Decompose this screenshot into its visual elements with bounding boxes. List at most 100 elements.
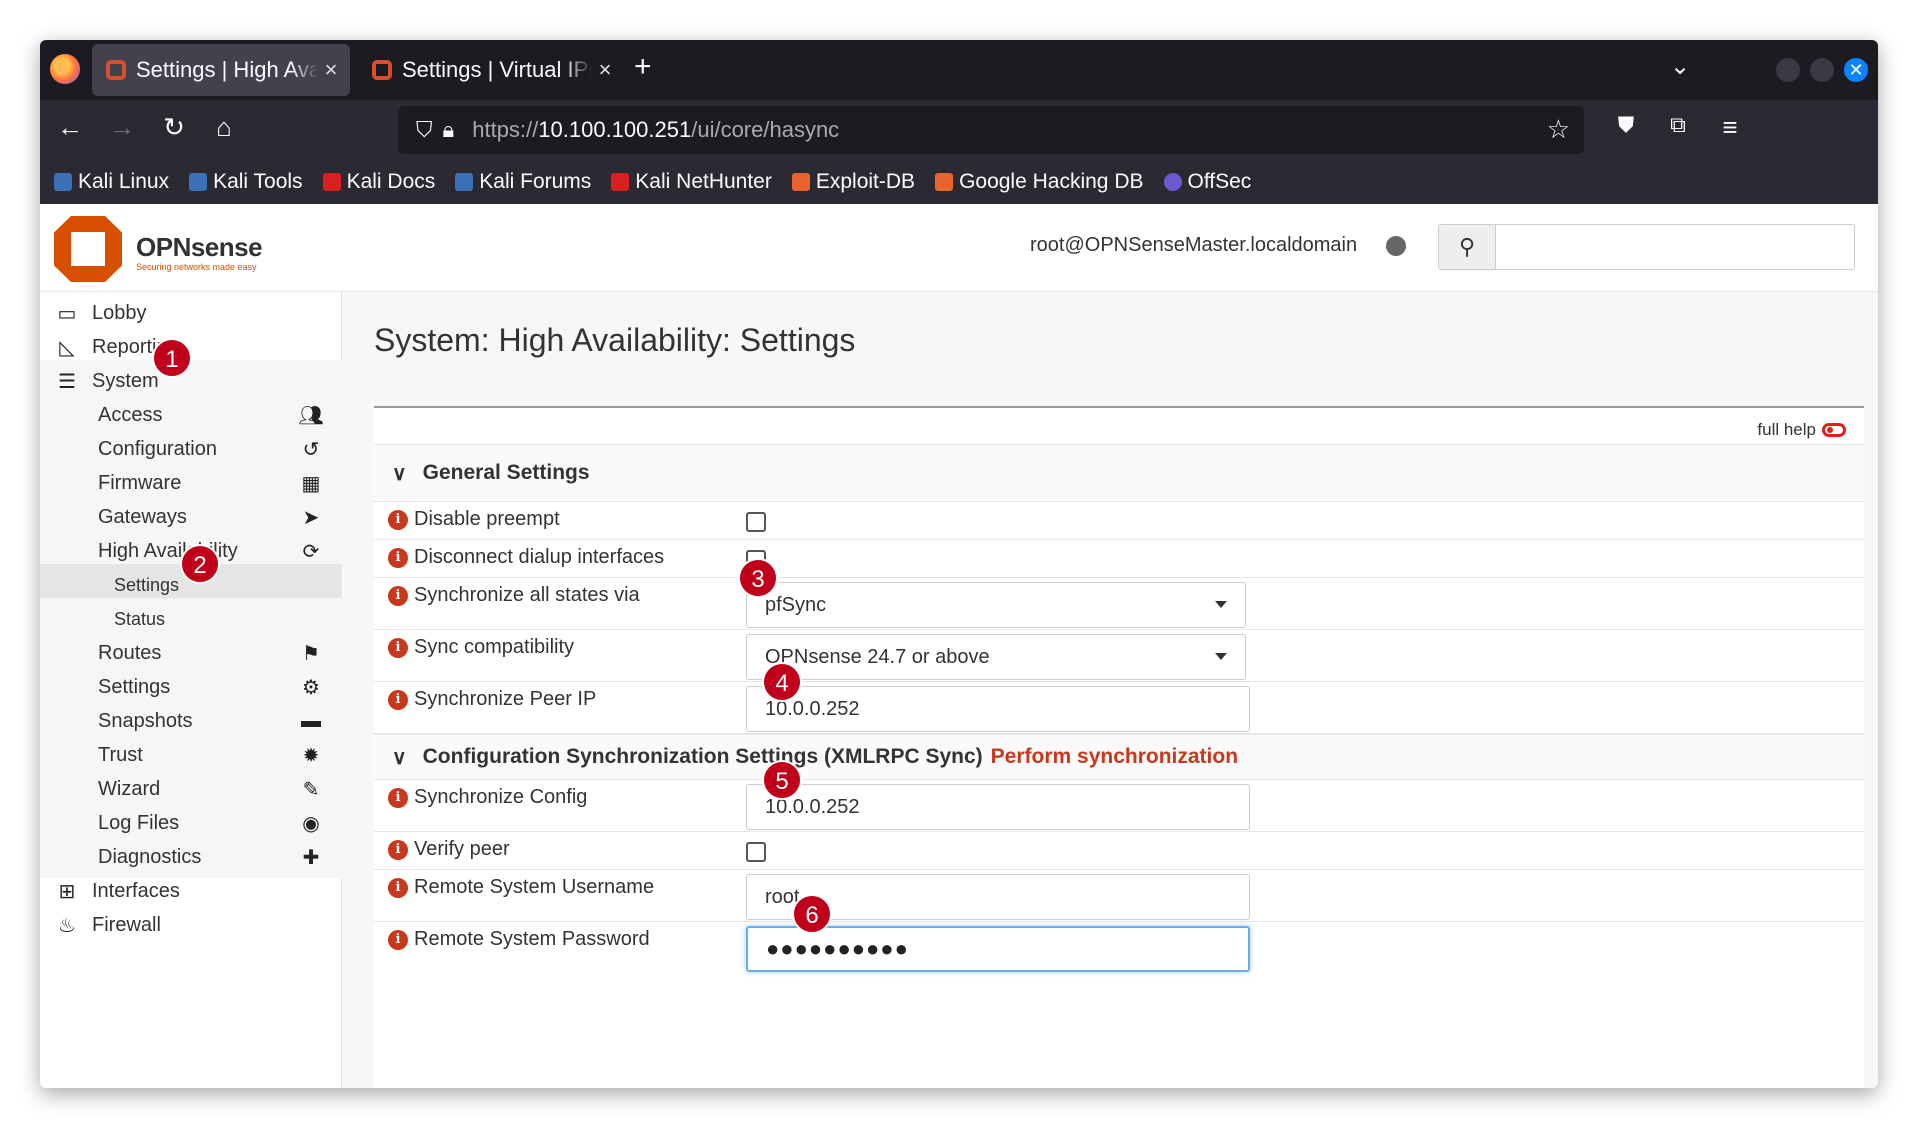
bookmark-label: Exploit-DB xyxy=(815,170,916,193)
tab-virtual-ips[interactable]: Settings | Virtual IPs | Inte × xyxy=(358,44,624,96)
sidebar-item-label: Routes xyxy=(98,641,162,664)
cogs-icon: ⚙ xyxy=(302,676,320,699)
eye-icon: ◉ xyxy=(302,812,320,835)
info-icon[interactable]: i xyxy=(388,877,408,898)
address-bar[interactable]: ⛉ 🔒︎ https://10.100.100.251/ui/core/hasy… xyxy=(398,106,1584,154)
bookmark-label: OffSec xyxy=(1187,170,1252,193)
label-text: Synchronize Config xyxy=(414,786,588,808)
hdd-icon: ▬ xyxy=(301,709,321,732)
sidebar-item-label: Settings xyxy=(114,574,180,595)
chevron-down-icon[interactable]: ∨ xyxy=(392,745,407,770)
sidebar-item-label: Wizard xyxy=(98,777,161,800)
list-all-tabs-icon[interactable]: ⌄ xyxy=(1670,52,1690,81)
kali-tools-icon xyxy=(189,173,208,191)
verify-peer-checkbox[interactable] xyxy=(746,842,766,862)
reload-icon[interactable]: ↻ xyxy=(156,112,192,143)
bookmark-offsec[interactable]: OffSec xyxy=(1163,170,1252,194)
pocket-icon[interactable]: ⛊ xyxy=(1608,112,1644,138)
toggle-off-icon[interactable] xyxy=(1822,423,1846,437)
bookmark-kali-nethunter[interactable]: Kali NetHunter xyxy=(611,170,772,194)
info-icon[interactable]: i xyxy=(388,637,408,658)
back-icon[interactable]: ← xyxy=(52,112,88,143)
home-icon[interactable]: ⌂ xyxy=(206,112,242,143)
disable-preempt-checkbox[interactable] xyxy=(746,512,766,532)
info-icon[interactable]: i xyxy=(388,509,408,530)
info-icon[interactable]: i xyxy=(388,547,408,568)
bookmark-exploit-db[interactable]: Exploit-DB xyxy=(791,170,916,194)
chevron-down-icon[interactable]: ∨ xyxy=(392,461,407,486)
sidebar-item-label: Access xyxy=(98,403,163,426)
new-tab-icon[interactable]: + xyxy=(634,50,652,84)
url-text[interactable]: https://10.100.100.251/ui/core/hasync xyxy=(472,117,839,143)
remote-password-input[interactable]: ●●●●●●●●●● xyxy=(746,926,1250,972)
location-arrow-icon: ➤ xyxy=(302,506,320,529)
sync-config-input[interactable]: 10.0.0.252 xyxy=(746,784,1250,830)
bookmark-label: Kali Tools xyxy=(213,170,303,193)
info-icon[interactable]: i xyxy=(388,689,408,710)
search-icon[interactable]: ⚲ xyxy=(1438,224,1496,270)
bookmark-google-hacking-db[interactable]: Google Hacking DB xyxy=(935,170,1144,194)
full-help-toggle[interactable]: full help xyxy=(1757,420,1846,440)
bookmark-kali-docs[interactable]: Kali Docs xyxy=(322,170,435,194)
section-general-settings[interactable]: ∨ General Settings xyxy=(374,444,1864,502)
bookmark-star-icon[interactable]: ☆ xyxy=(1547,114,1570,145)
perform-sync-link[interactable]: Perform synchronization xyxy=(991,745,1238,769)
password-dots: ●●●●●●●●●● xyxy=(766,936,909,961)
bookmark-kali-linux[interactable]: Kali Linux xyxy=(54,170,169,194)
sitemap-icon: ⊞ xyxy=(58,880,76,903)
peer-ip-input[interactable]: 10.0.0.252 xyxy=(746,686,1250,732)
extensions-icon[interactable]: ⧉ xyxy=(1660,112,1696,138)
settings-panel: full help ∨ General Settings i Disable pre… xyxy=(374,406,1864,1088)
kali-dragon-icon xyxy=(54,173,72,191)
bookmark-label: Google Hacking DB xyxy=(959,170,1144,193)
select-value: pfSync xyxy=(765,593,827,616)
search-input[interactable] xyxy=(1495,224,1855,270)
status-indicator-icon[interactable] xyxy=(1386,236,1406,256)
kali-forums-icon xyxy=(455,173,474,191)
info-icon[interactable]: i xyxy=(388,787,408,808)
tab-high-availability[interactable]: Settings | High Availability × xyxy=(92,44,350,96)
close-tab-icon[interactable]: × xyxy=(318,57,344,83)
forward-icon[interactable]: → xyxy=(104,112,140,143)
server-icon: ☰ xyxy=(58,370,76,393)
minimize-icon[interactable] xyxy=(1776,58,1800,82)
opnsense-favicon-icon xyxy=(106,60,126,80)
row-peer-ip: i Synchronize Peer IP 10.0.0.252 xyxy=(374,682,1864,734)
section-config-sync[interactable]: ∨ Configuration Synchronization Settings … xyxy=(374,734,1864,780)
lock-icon[interactable]: 🔒︎ xyxy=(443,117,455,143)
signs-icon: ⚑ xyxy=(302,642,320,665)
row-sync-config: i Synchronize Config 10.0.0.252 xyxy=(374,780,1864,832)
sidebar-item-label: Status xyxy=(114,608,166,629)
area-chart-icon: ◺ xyxy=(59,336,75,359)
bookmark-kali-forums[interactable]: Kali Forums xyxy=(455,170,591,194)
close-window-icon[interactable]: ✕ xyxy=(1844,58,1868,82)
magic-icon: ✎ xyxy=(302,778,320,801)
field-label: i Sync compatibility xyxy=(388,636,574,659)
menu-icon[interactable]: ≡ xyxy=(1712,112,1748,143)
info-icon[interactable]: i xyxy=(388,929,408,950)
opnsense-logo-icon[interactable] xyxy=(54,216,122,282)
info-icon[interactable]: i xyxy=(388,585,408,606)
user-host-label[interactable]: root@OPNSenseMaster.localdomain xyxy=(1030,234,1357,257)
bookmarks-toolbar: Kali Linux Kali Tools Kali Docs Kali For… xyxy=(40,160,1878,204)
sidebar-item-firewall[interactable]: ♨ Firewall xyxy=(40,904,342,946)
bookmark-label: Kali NetHunter xyxy=(635,170,772,193)
sidebar-item-label: Firewall xyxy=(92,913,161,936)
info-icon[interactable]: i xyxy=(388,839,408,860)
history-icon: ↺ xyxy=(302,438,320,461)
row-disconnect-dialup: i Disconnect dialup interfaces xyxy=(374,540,1864,578)
sync-compat-select[interactable]: OPNsense 24.7 or above xyxy=(746,634,1246,680)
logo-text[interactable]: OPNsense xyxy=(136,232,263,263)
opnsense-favicon-icon xyxy=(372,60,392,80)
fire-icon: ♨ xyxy=(58,914,76,937)
row-disable-preempt: i Disable preempt xyxy=(374,502,1864,540)
close-tab-icon[interactable]: × xyxy=(592,57,618,83)
firefox-icon[interactable] xyxy=(50,54,80,84)
maximize-icon[interactable] xyxy=(1810,58,1834,82)
bookmark-kali-tools[interactable]: Kali Tools xyxy=(189,170,303,194)
caret-down-icon xyxy=(1215,601,1227,608)
annotation-badge-1: 1 xyxy=(152,338,192,378)
sync-states-select[interactable]: pfSync xyxy=(746,582,1246,628)
shield-icon[interactable]: ⛉ xyxy=(416,117,433,143)
row-verify-peer: i Verify peer xyxy=(374,832,1864,870)
